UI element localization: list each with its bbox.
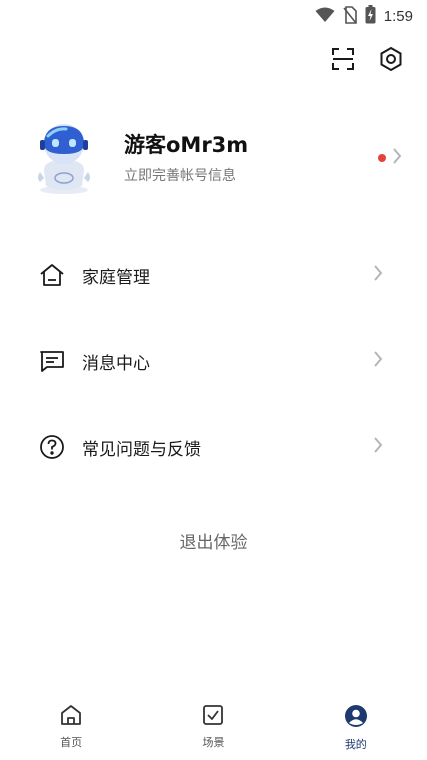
status-icons: 1:59 <box>315 5 413 28</box>
menu-item-label: 家庭管理 <box>82 267 150 288</box>
settings-menu: 家庭管理 消息中心 常见问题与反馈 <box>0 232 427 490</box>
profile-name: 游客oMr3m <box>124 133 249 157</box>
settings-icon <box>378 46 404 76</box>
tab-scenes[interactable]: 场景 <box>142 694 284 760</box>
tab-mine[interactable]: 我的 <box>285 694 427 760</box>
scan-icon <box>331 47 355 75</box>
menu-item-family-management[interactable]: 家庭管理 <box>0 232 427 318</box>
chevron-right-icon <box>373 264 383 286</box>
scan-button[interactable] <box>329 47 357 75</box>
tab-label: 场景 <box>202 736 225 749</box>
chevron-right-icon <box>373 350 383 372</box>
chevron-right-icon <box>392 147 402 169</box>
notification-dot <box>378 154 386 162</box>
home-tab-icon <box>60 704 82 730</box>
tab-bar: 首页 场景 我的 <box>0 694 427 760</box>
chevron-right-icon <box>373 436 383 458</box>
menu-item-faq-feedback[interactable]: 常见问题与反馈 <box>0 404 427 490</box>
home-icon <box>38 261 66 289</box>
tab-label: 我的 <box>344 738 367 751</box>
profile-subtitle: 立即完善帐号信息 <box>124 168 236 184</box>
profile-card[interactable]: 游客oMr3m 立即完善帐号信息 <box>26 118 406 198</box>
top-actions <box>329 46 405 76</box>
settings-button[interactable] <box>377 46 405 76</box>
profile-text: 游客oMr3m 立即完善帐号信息 <box>124 131 378 185</box>
tab-home[interactable]: 首页 <box>0 694 142 760</box>
menu-item-message-center[interactable]: 消息中心 <box>0 318 427 404</box>
logout-button[interactable]: 退出体验 <box>0 528 427 553</box>
menu-item-label: 常见问题与反馈 <box>82 439 201 460</box>
battery-charging-icon <box>365 5 376 28</box>
profile-right <box>378 147 402 169</box>
message-icon <box>38 347 66 375</box>
status-time: 1:59 <box>383 8 413 25</box>
scene-checkbox-icon <box>202 704 224 730</box>
help-icon <box>38 433 66 461</box>
avatar <box>26 120 102 196</box>
wifi-icon <box>315 7 335 27</box>
status-bar: 1:59 <box>0 0 427 30</box>
menu-item-label: 消息中心 <box>82 353 150 374</box>
no-sim-icon <box>343 5 357 28</box>
tab-label: 首页 <box>60 736 83 749</box>
profile-tab-icon <box>344 704 368 732</box>
